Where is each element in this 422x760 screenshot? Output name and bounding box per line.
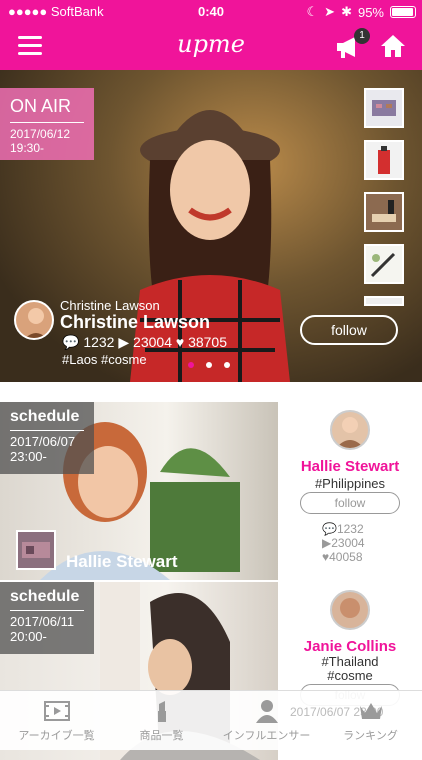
page-dot[interactable] (188, 362, 194, 368)
on-air-badge: ON AIR 2017/06/12 19:30- (0, 88, 94, 160)
view-icon: ▶ (322, 536, 332, 550)
streamer-name[interactable]: Christine Lawson (60, 312, 210, 333)
schedule-photo-name: Hallie Stewart (66, 552, 178, 571)
lipstick-icon (157, 701, 166, 722)
schedule-date: 2017/06/07 (10, 434, 76, 449)
streamer-tags: #Laos #cosme (62, 352, 147, 367)
influencer-avatar[interactable] (330, 410, 370, 450)
schedule-badge: schedule 2017/06/07 23:00- (0, 402, 94, 474)
influencer-stats: 💬1232 ▶23004 ♥40058 (322, 522, 365, 564)
view-icon: ▶ (118, 334, 130, 350)
tab-archive[interactable]: アーカイブ一覧 (4, 699, 109, 743)
comment-icon: 💬 (62, 334, 80, 350)
tab-products[interactable]: 商品一覧 (109, 699, 214, 743)
product-thumb-bottle[interactable] (364, 140, 404, 180)
like-count: 40058 (329, 550, 363, 564)
battery-icon (390, 6, 416, 18)
product-thumbnails (364, 88, 404, 318)
streamer-stats: 💬 1232 ▶ 23004 ♥ 38705 (62, 334, 227, 351)
schedule-card[interactable]: schedule 2017/06/07 23:00- Hallie Stewar… (0, 402, 422, 580)
on-air-date: 2017/06/12 (10, 127, 71, 141)
on-air-time: 19:30- (10, 141, 45, 155)
schedule-time: 23:00- (10, 449, 47, 464)
heart-icon: ♥ (175, 334, 185, 350)
film-icon (43, 701, 70, 721)
home-icon[interactable] (380, 34, 406, 58)
influencer-tag: #Philippines (314, 476, 386, 491)
page-dot[interactable] (206, 362, 212, 368)
tab-ranking[interactable]: ランキング (318, 699, 422, 743)
page-dot[interactable] (224, 362, 230, 368)
comment-count: 1232 (336, 522, 364, 536)
battery-percent: 95% (357, 4, 384, 20)
comment-icon: 💬 (322, 522, 337, 536)
schedule-info: Hallie Stewart #Philippines follow 💬1232… (278, 402, 422, 580)
follow-button[interactable]: follow (300, 315, 398, 345)
streamer-name-small: Christine Lawson (60, 298, 160, 313)
page-indicator[interactable] (188, 362, 230, 368)
product-thumb-palette[interactable] (364, 88, 404, 128)
view-count: 23004 (331, 536, 365, 550)
schedule-date: 2017/06/11 (10, 614, 75, 629)
moon-icon: ☾ (306, 4, 319, 19)
tab-label: 商品一覧 (139, 730, 184, 742)
status-bar: ●●●●● SoftBank 0:40 ☾ ➤ ✱ 95% (0, 0, 422, 24)
product-thumb-cosmetics[interactable] (364, 192, 404, 232)
on-air-label: ON AIR (10, 96, 72, 116)
schedule-time: 20:00- (10, 629, 47, 644)
influencer-tag: #Thailand (321, 654, 379, 669)
app-header: upme 1 (0, 24, 422, 70)
product-thumb-brush[interactable] (364, 244, 404, 284)
influencer-avatar[interactable] (330, 590, 370, 630)
product-thumb-partial[interactable] (364, 296, 404, 306)
schedule-photo[interactable]: schedule 2017/06/07 23:00- Hallie Stewar… (0, 402, 278, 580)
person-icon (255, 700, 278, 723)
location-icon: ➤ (324, 4, 336, 19)
live-hero[interactable]: ON AIR 2017/06/12 19:30- Christine Lawso… (0, 70, 422, 382)
megaphone-icon[interactable]: 1 (334, 28, 370, 60)
schedule-label: schedule (10, 588, 80, 605)
bluetooth-icon: ✱ (341, 4, 352, 19)
schedule-product-thumb[interactable] (16, 530, 56, 570)
streamer-avatar[interactable] (14, 300, 54, 340)
tab-label: ランキング (343, 730, 398, 742)
crown-icon (359, 703, 382, 719)
status-right: ☾ ➤ ✱ 95% (306, 4, 416, 20)
tab-bar: 2017/06/07 23:00 アーカイブ一覧 商品一覧 インフルエンサー ラ… (0, 690, 422, 750)
tab-label: アーカイブ一覧 (18, 730, 95, 742)
follow-button[interactable]: follow (300, 492, 400, 514)
schedule-badge: schedule 2017/06/11 20:00- (0, 582, 94, 654)
notification-badge: 1 (354, 28, 370, 44)
tab-influencers[interactable]: インフルエンサー (214, 699, 319, 743)
influencer-name[interactable]: Hallie Stewart (278, 458, 422, 475)
comment-count: 1232 (83, 334, 115, 350)
influencer-name[interactable]: Janie Collins (278, 638, 422, 655)
top-bar: ●●●●● SoftBank 0:40 ☾ ➤ ✱ 95% upme 1 (0, 0, 422, 70)
tab-label: インフルエンサー (222, 730, 311, 742)
view-count: 23004 (133, 334, 172, 350)
influencer-tag: #cosme (327, 668, 373, 683)
schedule-label: schedule (10, 408, 80, 425)
like-count: 38705 (188, 334, 228, 350)
